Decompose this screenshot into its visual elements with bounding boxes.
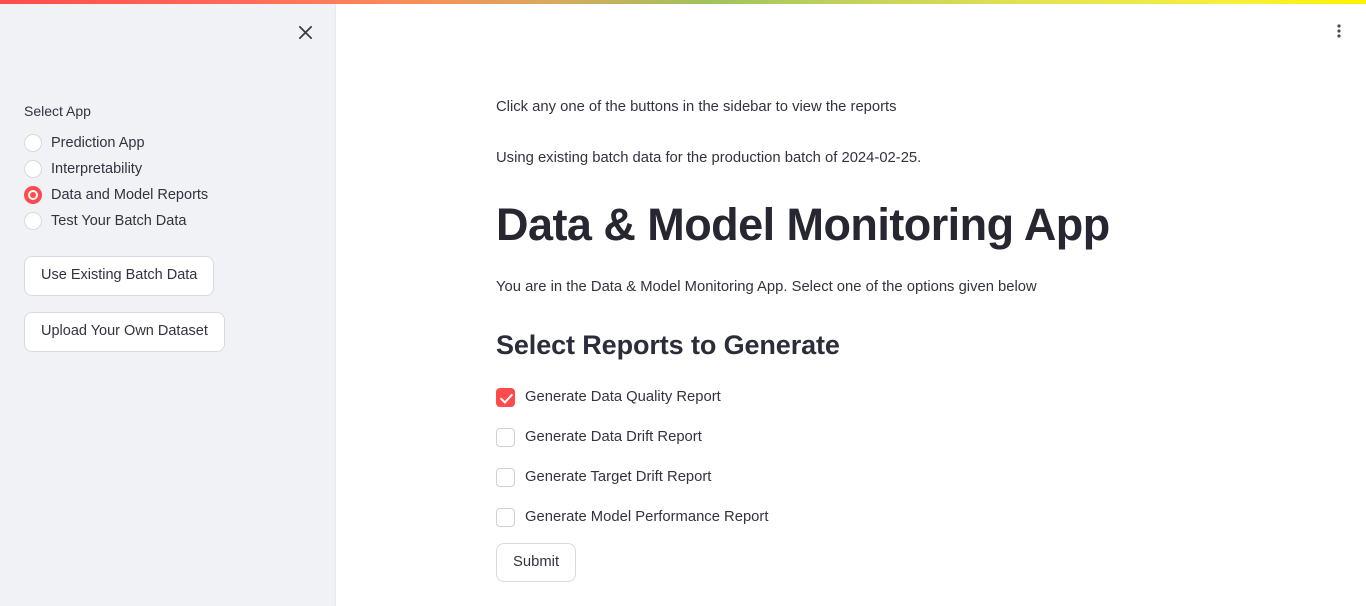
checkbox-unchecked-icon [496,507,515,527]
sidebar-actions: Use Existing Batch Data Upload Your Own … [24,256,312,368]
app-root: Select App Prediction App Interpretabili… [0,0,1366,606]
radio-label: Prediction App [51,134,145,151]
radio-label: Interpretability [51,160,143,177]
sidebar-content: Select App Prediction App Interpretabili… [0,4,336,368]
radio-circle-icon [24,212,42,231]
main-content: Click any one of the buttons in the side… [336,4,1366,606]
page-title: Data & Model Monitoring App [496,199,1110,251]
radio-interpretability[interactable]: Interpretability [24,156,312,182]
radio-label: Test Your Batch Data [51,212,187,229]
radio-data-and-model-reports[interactable]: Data and Model Reports [24,182,312,208]
report-checkbox-group[interactable]: Generate Data Quality Report Generate Da… [496,377,1366,537]
sidebar: Select App Prediction App Interpretabili… [0,4,336,606]
checkbox-generate-model-performance-report[interactable]: Generate Model Performance Report [496,497,1366,537]
batch-info-text: Using existing batch data for the produc… [496,149,922,166]
checkbox-label: Generate Data Quality Report [525,389,721,406]
checkbox-label: Generate Model Performance Report [525,509,769,526]
checkbox-label: Generate Target Drift Report [525,469,712,486]
checkbox-generate-target-drift-report[interactable]: Generate Target Drift Report [496,457,1366,497]
checkbox-unchecked-icon [496,427,515,447]
checkbox-label: Generate Data Drift Report [525,429,702,446]
intro-text: Click any one of the buttons in the side… [496,99,897,115]
radio-circle-icon [24,134,42,153]
submit-button[interactable]: Submit [496,543,577,582]
checkbox-generate-data-drift-report[interactable]: Generate Data Drift Report [496,417,1366,457]
select-app-radio-group[interactable]: Prediction App Interpretability Data and… [24,130,312,234]
radio-label: Data and Model Reports [51,186,209,203]
use-existing-batch-data-button[interactable]: Use Existing Batch Data [24,256,215,297]
checkbox-unchecked-icon [496,467,515,487]
section-title-select-reports: Select Reports to Generate [496,330,840,361]
upload-your-own-dataset-button[interactable]: Upload Your Own Dataset [24,312,225,352]
radio-test-your-batch-data[interactable]: Test Your Batch Data [24,208,312,234]
radio-circle-icon [24,160,42,179]
radio-circle-selected-icon [24,186,42,205]
radio-prediction-app[interactable]: Prediction App [24,130,312,156]
checkbox-generate-data-quality-report[interactable]: Generate Data Quality Report [496,377,1366,417]
page-subtitle: You are in the Data & Model Monitoring A… [496,278,1037,295]
main-panel: Click any one of the buttons in the side… [336,4,1366,606]
select-app-label: Select App [24,103,91,119]
top-gradient-bar [0,0,1366,4]
checkbox-checked-icon [496,387,515,407]
